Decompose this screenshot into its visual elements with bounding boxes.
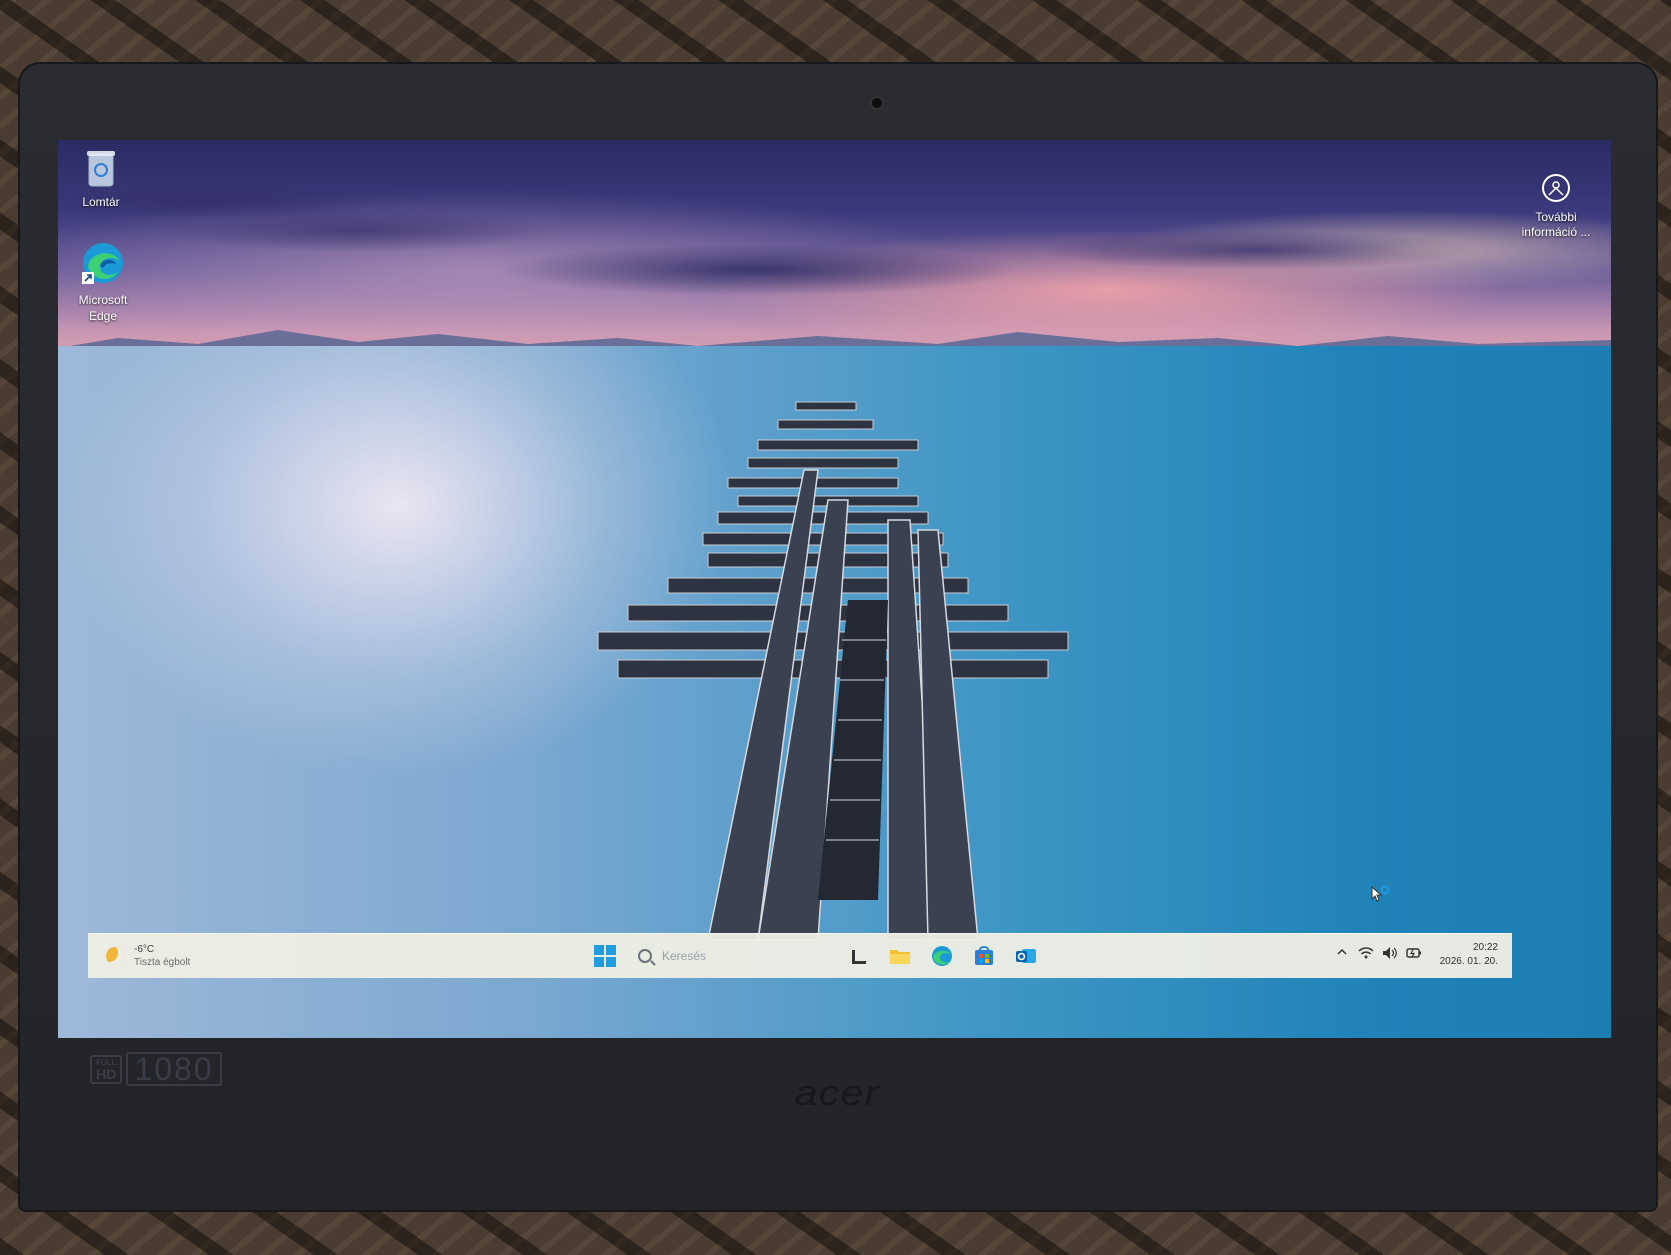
- windows-start-icon[interactable]: [594, 945, 616, 967]
- taskbar-search[interactable]: Keresés: [638, 942, 818, 970]
- brand-logo: acer: [794, 1072, 880, 1113]
- desktop-icon-recycle-bin[interactable]: Lomtár: [58, 148, 146, 210]
- task-view-icon[interactable]: [848, 944, 872, 968]
- clock-date: 2026. 01. 20.: [1439, 956, 1498, 967]
- full-hd-label: FULL HD: [90, 1054, 123, 1084]
- edge-icon[interactable]: [930, 944, 954, 968]
- recycle-bin-icon: [87, 151, 115, 187]
- webcam: [872, 98, 882, 108]
- wifi-icon[interactable]: [1358, 946, 1374, 960]
- file-explorer-icon[interactable]: [888, 944, 912, 968]
- volume-icon[interactable]: [1382, 946, 1398, 960]
- busy-cursor-icon: [1371, 886, 1390, 902]
- info-camera-icon: [1542, 174, 1570, 202]
- edge-icon: [82, 243, 123, 284]
- weather-widget[interactable]: -6°C Tiszta égbolt: [106, 940, 190, 972]
- microsoft-store-icon[interactable]: [972, 944, 996, 968]
- desktop-icon-edge[interactable]: Microsoft Edge: [58, 240, 148, 324]
- search-placeholder: Keresés: [662, 949, 707, 963]
- system-tray: 20:22 2026. 01. 20.: [1312, 934, 1512, 978]
- weather-condition: Tiszta égbolt: [134, 957, 191, 968]
- clock-time: 20:22: [1472, 942, 1498, 953]
- moon-icon: [106, 947, 124, 965]
- badge-bottom-text: HD: [96, 1065, 117, 1082]
- outlook-icon[interactable]: [1014, 944, 1038, 968]
- full-hd-badge: FULL HD 1080: [90, 1052, 222, 1086]
- desktop-icon-label: Lomtár: [82, 195, 120, 209]
- taskbar: -6°C Tiszta égbolt Keresés 20:22 2026. 0…: [88, 933, 1512, 978]
- chevron-up-icon[interactable]: [1336, 946, 1348, 958]
- learn-more-label: További információ ...: [1521, 210, 1591, 239]
- learn-more-widget[interactable]: További információ ...: [1501, 174, 1611, 240]
- resolution-label: 1080: [126, 1052, 222, 1086]
- desktop-screen: Lomtár Microsoft Edge További információ…: [58, 140, 1611, 1038]
- weather-temperature: -6°C: [134, 944, 155, 955]
- desktop-icon-label: Microsoft Edge: [78, 293, 128, 323]
- search-icon: [638, 949, 652, 963]
- taskbar-clock[interactable]: 20:22 2026. 01. 20.: [1440, 941, 1498, 969]
- battery-icon[interactable]: [1406, 946, 1422, 960]
